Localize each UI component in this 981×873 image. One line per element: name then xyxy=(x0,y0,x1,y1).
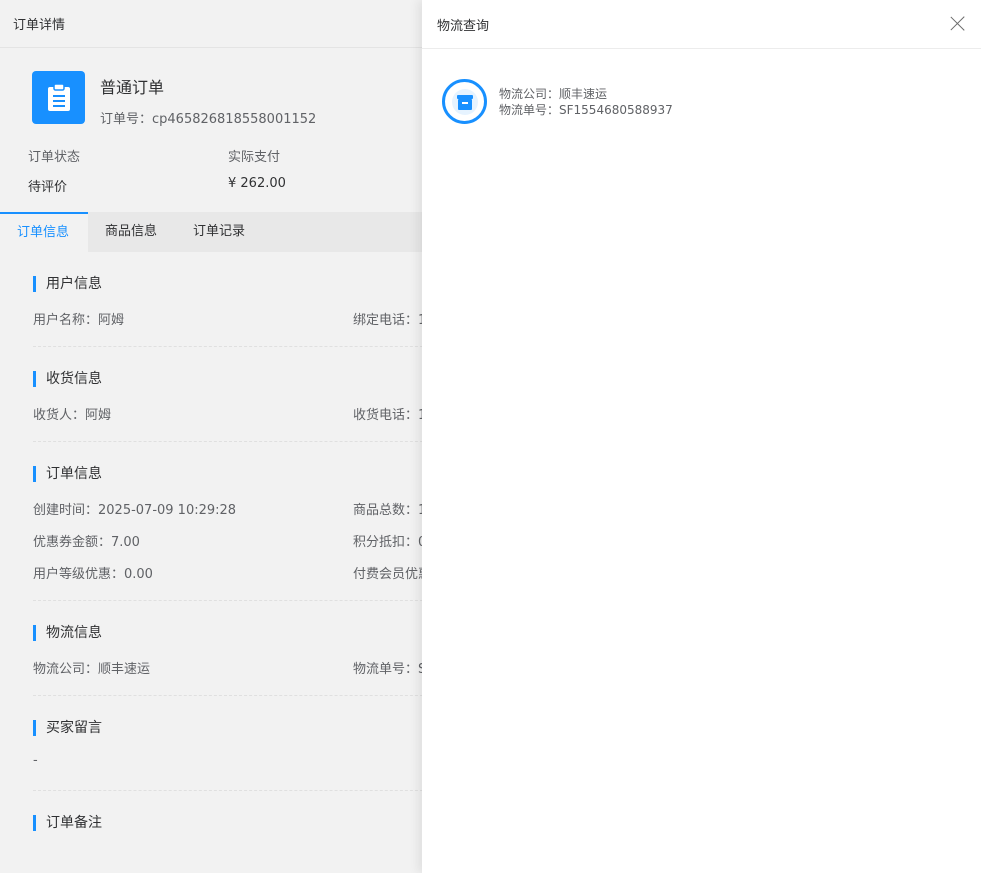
level-discount: 用户等级优惠：0.00 xyxy=(33,567,153,579)
created-time: 创建时间：2025-07-09 10:29:28 xyxy=(33,503,237,515)
logistics-drawer-header: 物流查询 xyxy=(422,0,981,49)
receiver-phone: 收货电话：1 xyxy=(353,408,427,423)
section-receiver: 收货信息 收货人：阿姆 收货电话：1 xyxy=(33,347,433,442)
order-status-value: 待评价 xyxy=(28,180,68,195)
order-status-label: 订单状态 xyxy=(28,150,81,165)
tab-product-info[interactable]: 商品信息 xyxy=(88,212,176,252)
paid-label: 实际支付 xyxy=(228,150,281,165)
logistics-number-line: 物流单号：SF1554680588937 xyxy=(499,102,673,117)
order-type: 普通订单 xyxy=(100,78,165,97)
section-title: 订单备注 xyxy=(33,815,433,831)
paid-value: ¥ 262.00 xyxy=(228,176,286,191)
section-user: 用户信息 用户名称：阿姆 绑定电话：1 xyxy=(33,252,433,347)
logistics-drawer-title: 物流查询 xyxy=(437,18,490,34)
section-title: 物流信息 xyxy=(33,625,433,641)
section-logistics: 物流信息 物流公司：顺丰速运 物流单号：S xyxy=(33,601,433,696)
user-phone: 绑定电话：1 xyxy=(353,313,427,328)
order-detail-title: 订单详情 xyxy=(13,18,66,33)
detail-sections: 用户信息 用户名称：阿姆 绑定电话：1 收货信息 收货人：阿姆 收货电话：1 订… xyxy=(33,252,433,852)
order-number: 订单号：cp465826818558001152 xyxy=(100,112,317,127)
detail-tabs: 订单信息 商品信息 订单记录 xyxy=(0,212,430,252)
buyer-message: - xyxy=(33,753,38,768)
logistics-number: 物流单号：S xyxy=(353,662,427,677)
section-message: 买家留言 - xyxy=(33,696,433,791)
receiver-name: 收货人：阿姆 xyxy=(33,408,112,420)
section-title: 用户信息 xyxy=(33,276,433,292)
close-icon[interactable] xyxy=(950,16,966,32)
user-name: 用户名称：阿姆 xyxy=(33,313,125,325)
clipboard-icon xyxy=(32,71,85,124)
member-discount: 付费会员优惠 xyxy=(353,567,432,582)
section-remark: 订单备注 xyxy=(33,791,433,852)
logistics-company: 物流公司：顺丰速运 xyxy=(33,662,151,674)
coupon-amount: 优惠券金额：7.00 xyxy=(33,535,140,547)
points-deduction: 积分抵扣：0 xyxy=(353,535,427,550)
section-order: 订单信息 创建时间：2025-07-09 10:29:28 商品总数：1 优惠券… xyxy=(33,442,433,601)
logistics-company-line: 物流公司：顺丰速运 xyxy=(499,86,608,101)
product-total: 商品总数：1 xyxy=(353,503,427,518)
logistics-info: 物流公司：顺丰速运 物流单号：SF1554680588937 xyxy=(422,49,981,124)
tab-order-info[interactable]: 订单信息 xyxy=(0,212,89,252)
logistics-drawer: 物流查询 物流公司：顺丰速运 物流单号：SF1554680588937 xyxy=(422,0,981,873)
tab-order-records[interactable]: 订单记录 xyxy=(176,212,264,252)
package-icon xyxy=(442,79,487,124)
section-title: 收货信息 xyxy=(33,371,433,387)
section-title: 订单信息 xyxy=(33,466,433,482)
section-title: 买家留言 xyxy=(33,720,433,736)
